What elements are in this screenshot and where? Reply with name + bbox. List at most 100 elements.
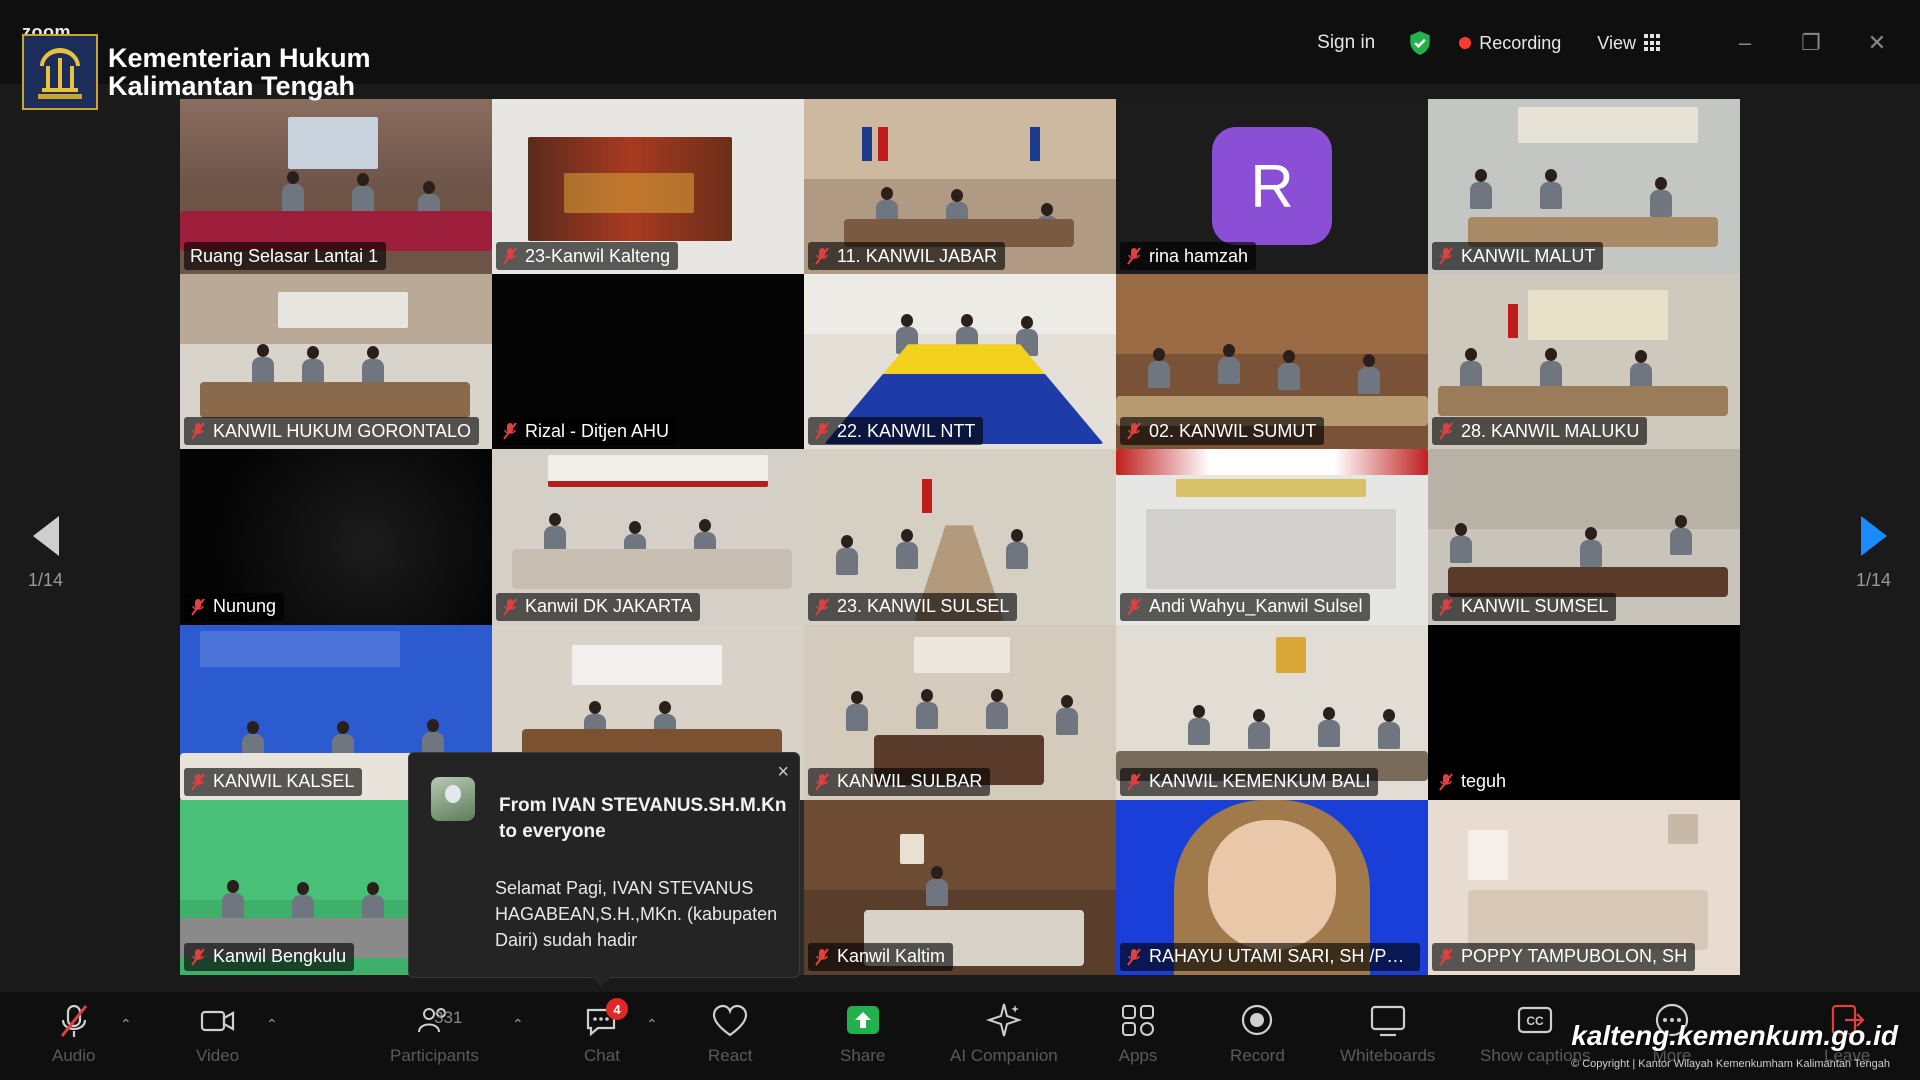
participant-name: 28. KANWIL MALUKU (1461, 420, 1640, 441)
mic-muted-icon (503, 422, 517, 440)
video-tile[interactable]: 22. KANWIL NTT (804, 274, 1116, 450)
apps-button[interactable]: Apps (1118, 1002, 1158, 1066)
video-tile[interactable]: KANWIL SULBAR (804, 624, 1116, 800)
tile-label: Kanwil DK JAKARTA (496, 592, 701, 621)
audio-label: Audio (52, 1046, 96, 1065)
mic-muted-icon (815, 948, 829, 966)
video-tile[interactable]: R rina hamzah (1116, 99, 1428, 275)
ai-companion-label: AI Companion (950, 1046, 1058, 1065)
page-indicator-right: 1/14 (1856, 570, 1892, 590)
video-tile[interactable]: Rizal - Ditjen AHU (492, 274, 804, 450)
grid-view-icon[interactable] (1644, 34, 1662, 52)
tile-label: RAHAYU UTAMI SARI, SH /PPAT... (1120, 942, 1420, 971)
chevron-up-icon[interactable]: ⌃ (266, 1016, 278, 1033)
react-button[interactable]: React (708, 1002, 752, 1066)
mic-muted-icon (191, 948, 205, 966)
close-window-button[interactable]: ✕ (1854, 26, 1900, 60)
chevron-up-icon[interactable]: ⌃ (120, 1016, 132, 1033)
sign-in-link[interactable]: Sign in (1317, 32, 1375, 54)
previous-page[interactable]: 1/14 (28, 516, 63, 591)
video-button[interactable]: Video (196, 1002, 239, 1066)
participant-name: rina hamzah (1149, 245, 1249, 266)
video-tile[interactable]: 02. KANWIL SUMUT (1116, 274, 1428, 450)
ai-companion-button[interactable]: AI Companion (950, 1002, 1058, 1066)
video-tile[interactable]: POPPY TAMPUBOLON, SH (1428, 799, 1740, 975)
video-tile[interactable]: Kanwil Kaltim (804, 799, 1116, 975)
whiteboards-label: Whiteboards (1340, 1046, 1436, 1065)
video-tile[interactable]: Ruang Selasar Lantai 1 (180, 99, 492, 275)
participant-name: RAHAYU UTAMI SARI, SH /PPAT... (1149, 946, 1412, 967)
react-label: React (708, 1046, 753, 1065)
mic-muted-icon (1439, 773, 1453, 791)
participant-name: POPPY TAMPUBOLON, SH (1461, 946, 1688, 967)
video-camera-icon (200, 1010, 234, 1032)
kemenkum-logo (22, 34, 98, 110)
copyright-text: © Copyright | Kantor Wilayah Kemenkumham… (1571, 1058, 1890, 1070)
tile-label: Andi Wahyu_Kanwil Sulsel (1120, 592, 1371, 621)
video-tile[interactable]: Kanwil DK JAKARTA (492, 449, 804, 625)
participant-name: Rizal - Ditjen AHU (525, 420, 670, 441)
arrow-left-icon[interactable] (32, 516, 59, 556)
close-icon[interactable]: × (777, 761, 789, 784)
video-tile[interactable]: 28. KANWIL MALUKU (1428, 274, 1740, 450)
recording-indicator[interactable]: Recording (1479, 33, 1561, 54)
next-page[interactable]: 1/14 (1856, 516, 1891, 591)
participants-button[interactable]: 331 Participants (390, 1002, 479, 1066)
chevron-up-icon[interactable]: ⌃ (512, 1016, 524, 1033)
tile-label: KANWIL SULBAR (808, 767, 991, 796)
chat-button[interactable]: 4 Chat (582, 998, 628, 1066)
tile-label: Rizal - Ditjen AHU (496, 417, 678, 446)
tile-label: teguh (1432, 767, 1515, 796)
video-tile[interactable]: 23. KANWIL SULSEL (804, 449, 1116, 625)
tile-label: POPPY TAMPUBOLON, SH (1432, 942, 1696, 971)
video-tile[interactable]: teguh (1428, 624, 1740, 800)
apps-label: Apps (1118, 1046, 1158, 1065)
shield-check-icon[interactable] (1407, 30, 1433, 56)
audio-button[interactable]: Audio (52, 1002, 95, 1066)
share-screen-icon (846, 1006, 879, 1034)
mic-muted-icon (815, 422, 829, 440)
video-tile[interactable]: KANWIL HUKUM GORONTALO (180, 274, 492, 450)
participant-name: 11. KANWIL JABAR (837, 245, 998, 266)
tile-label: KANWIL HUKUM GORONTALO (184, 417, 480, 446)
tile-label: 11. KANWIL JABAR (808, 242, 1006, 271)
view-button[interactable]: View (1597, 33, 1636, 54)
svg-text:CC: CC (1527, 1014, 1545, 1028)
org-title: Kementerian Hukum Kalimantan Tengah (108, 44, 371, 100)
participant-name: 23. KANWIL SULSEL (837, 596, 1010, 617)
video-tile[interactable]: Andi Wahyu_Kanwil Sulsel (1116, 449, 1428, 625)
chat-unread-badge: 4 (606, 998, 628, 1020)
tile-label: rina hamzah (1120, 242, 1257, 271)
mic-muted-icon (191, 773, 205, 791)
video-tile[interactable]: KANWIL MALUT (1428, 99, 1740, 275)
whiteboards-button[interactable]: Whiteboards (1340, 1002, 1435, 1066)
share-button[interactable]: Share (840, 1002, 885, 1066)
mic-muted-icon (815, 597, 829, 616)
mic-muted-icon (1439, 597, 1453, 616)
record-button[interactable]: Record (1230, 1002, 1285, 1066)
page-indicator-left: 1/14 (28, 570, 64, 590)
video-tile[interactable]: 23-Kanwil Kalteng (492, 99, 804, 275)
mic-muted-icon (1439, 247, 1453, 265)
tile-label: 28. KANWIL MALUKU (1432, 417, 1648, 446)
minimize-button[interactable]: – (1722, 26, 1768, 60)
chat-notification[interactable]: × From IVAN STEVANUS.SH.M.Kn to everyone… (408, 752, 800, 987)
participant-avatar: R (1212, 127, 1332, 245)
video-tile[interactable]: KANWIL KEMENKUM BALI (1116, 624, 1428, 800)
arrow-right-icon[interactable] (1860, 516, 1887, 556)
org-title-line2: Kalimantan Tengah (108, 71, 356, 101)
video-tile[interactable]: Nunung (180, 449, 492, 625)
video-tile[interactable]: 11. KANWIL JABAR (804, 99, 1116, 275)
record-label: Record (1230, 1046, 1285, 1065)
tile-label: Kanwil Kaltim (808, 942, 954, 971)
participant-name: KANWIL HUKUM GORONTALO (213, 420, 472, 441)
participant-name: Nunung (213, 596, 277, 617)
chevron-up-icon[interactable]: ⌃ (646, 1016, 658, 1033)
pengayoman-emblem-icon (38, 48, 82, 99)
restore-button[interactable]: ❐ (1788, 26, 1834, 60)
video-tile[interactable]: RAHAYU UTAMI SARI, SH /PPAT... (1116, 799, 1428, 975)
tile-label: Kanwil Bengkulu (184, 942, 355, 971)
tile-label: KANWIL MALUT (1432, 242, 1604, 271)
participant-name: KANWIL SUMSEL (1461, 596, 1609, 617)
video-tile[interactable]: KANWIL SUMSEL (1428, 449, 1740, 625)
